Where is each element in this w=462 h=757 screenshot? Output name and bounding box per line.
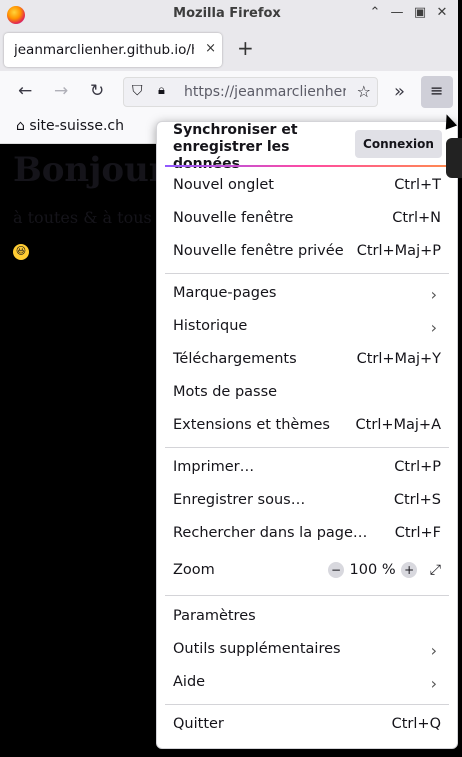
menu-label: Mots de passe [173, 384, 278, 400]
menu-item-save-as[interactable]: Enregistrer sous… Ctrl+S [173, 492, 441, 514]
menu-label: Nouvel onglet [173, 177, 274, 193]
url-bar[interactable]: ⛉ 🔒︎ https://jeanmarclienher ☆ [123, 77, 378, 107]
zoom-out-button[interactable]: − [327, 562, 344, 578]
title-bar: Mozilla Firefox ⌃ — ▣ ✕ [0, 0, 458, 29]
menu-shortcut: Ctrl+Maj+A [355, 417, 441, 433]
menu-item-zoom: Zoom − 100 % + ⤢ [173, 562, 441, 584]
minimize-icon[interactable]: — [388, 5, 406, 20]
reload-icon[interactable]: ↻ [90, 81, 104, 101]
menu-label: Enregistrer sous… [173, 492, 306, 508]
hamburger-icon: ≡ [430, 81, 444, 100]
app-menu-button[interactable]: ≡ [421, 76, 453, 108]
menu-shortcut: Ctrl+T [394, 177, 441, 193]
page-heading: Bonjour [13, 150, 167, 190]
menu-shortcut: Ctrl+P [394, 459, 441, 475]
menu-item-addons[interactable]: Extensions et thèmes Ctrl+Maj+A [173, 417, 441, 439]
back-icon[interactable]: ← [18, 81, 32, 101]
menu-label: Marque-pages [173, 285, 277, 301]
bookmark-label: site-suisse.ch [29, 118, 124, 134]
smiley-emoji-icon: 😃 [13, 244, 29, 260]
menu-label: Outils supplémentaires [173, 641, 341, 657]
overflow-chevron-icon[interactable]: » [394, 81, 405, 102]
puzzle-icon: ⌂ [16, 118, 30, 134]
menu-item-new-window[interactable]: Nouvelle fenêtre Ctrl+N [173, 210, 441, 232]
app-menu-panel: Synchroniser et enregistrer les données … [156, 121, 458, 749]
side-tooltip [446, 138, 462, 178]
chevron-right-icon: › [430, 285, 437, 304]
menu-item-print[interactable]: Imprimer… Ctrl+P [173, 459, 441, 481]
chevron-up-icon[interactable]: ⌃ [366, 5, 384, 20]
url-text[interactable]: https://jeanmarclienher [184, 84, 346, 100]
menu-item-passwords[interactable]: Mots de passe [173, 384, 441, 406]
menu-label: Paramètres [173, 608, 256, 624]
chevron-right-icon: › [430, 318, 437, 337]
tab-close-icon[interactable]: × [205, 41, 216, 56]
menu-item-settings[interactable]: Paramètres [173, 608, 441, 630]
menu-label: Imprimer… [173, 459, 255, 475]
menu-label: Extensions et thèmes [173, 417, 330, 433]
navigation-toolbar: ← → ↻ ⛉ 🔒︎ https://jeanmarclienher ☆ » ≡ [0, 71, 458, 113]
new-tab-icon[interactable]: + [237, 36, 254, 60]
zoom-in-button[interactable]: + [401, 562, 418, 578]
lock-icon[interactable]: 🔒︎ [158, 83, 165, 98]
bookmark-item[interactable]: ⌂ site-suisse.ch [16, 118, 124, 134]
menu-item-find[interactable]: Rechercher dans la page… Ctrl+F [173, 525, 441, 547]
menu-label: Nouvelle fenêtre [173, 210, 294, 226]
close-icon[interactable]: ✕ [433, 5, 451, 20]
connexion-button[interactable]: Connexion [355, 130, 442, 158]
menu-shortcut: Ctrl+Maj+P [356, 243, 441, 259]
menu-separator [165, 595, 449, 596]
shield-icon[interactable]: ⛉ [132, 83, 143, 99]
menu-label: Nouvelle fenêtre privée [173, 243, 344, 259]
menu-shortcut: Ctrl+F [394, 525, 441, 541]
tab-strip: jeanmarclienher.github.io/ht × + [0, 29, 458, 71]
browser-tab[interactable]: jeanmarclienher.github.io/ht × [4, 33, 222, 67]
menu-item-bookmarks[interactable]: Marque-pages › [173, 285, 441, 307]
menu-separator [165, 704, 449, 705]
menu-shortcut: Ctrl+N [392, 210, 441, 226]
menu-item-new-tab[interactable]: Nouvel onglet Ctrl+T [173, 177, 441, 199]
menu-separator [165, 447, 449, 448]
accent-divider [165, 165, 449, 167]
fullscreen-icon[interactable]: ⤢ [430, 562, 441, 578]
menu-item-private-window[interactable]: Nouvelle fenêtre privée Ctrl+Maj+P [173, 243, 441, 265]
menu-shortcut: Ctrl+S [393, 492, 441, 508]
menu-item-more-tools[interactable]: Outils supplémentaires › [173, 641, 441, 663]
chevron-right-icon: › [430, 674, 437, 693]
menu-item-downloads[interactable]: Téléchargements Ctrl+Maj+Y [173, 351, 441, 373]
page-text: à toutes & à tous [13, 208, 152, 227]
menu-label: Zoom [173, 562, 215, 578]
bookmark-star-icon[interactable]: ☆ [357, 82, 371, 101]
menu-label: Aide [173, 674, 206, 690]
maximize-icon[interactable]: ▣ [411, 5, 429, 20]
zoom-controls: − 100 % + ⤢ [327, 562, 441, 578]
tab-label: jeanmarclienher.github.io/ht [14, 42, 194, 58]
menu-separator [165, 273, 449, 274]
chevron-right-icon: › [430, 641, 437, 660]
forward-icon[interactable]: → [54, 81, 68, 101]
menu-label: Historique [173, 318, 248, 334]
menu-shortcut: Ctrl+Q [391, 716, 441, 732]
menu-label: Téléchargements [173, 351, 297, 367]
menu-item-help[interactable]: Aide › [173, 674, 441, 696]
menu-item-quit[interactable]: Quitter Ctrl+Q [173, 716, 441, 738]
zoom-level[interactable]: 100 % [349, 562, 397, 578]
menu-item-history[interactable]: Historique › [173, 318, 441, 340]
menu-label: Quitter [173, 716, 224, 732]
menu-label: Rechercher dans la page… [173, 525, 368, 541]
menu-shortcut: Ctrl+Maj+Y [356, 351, 441, 367]
